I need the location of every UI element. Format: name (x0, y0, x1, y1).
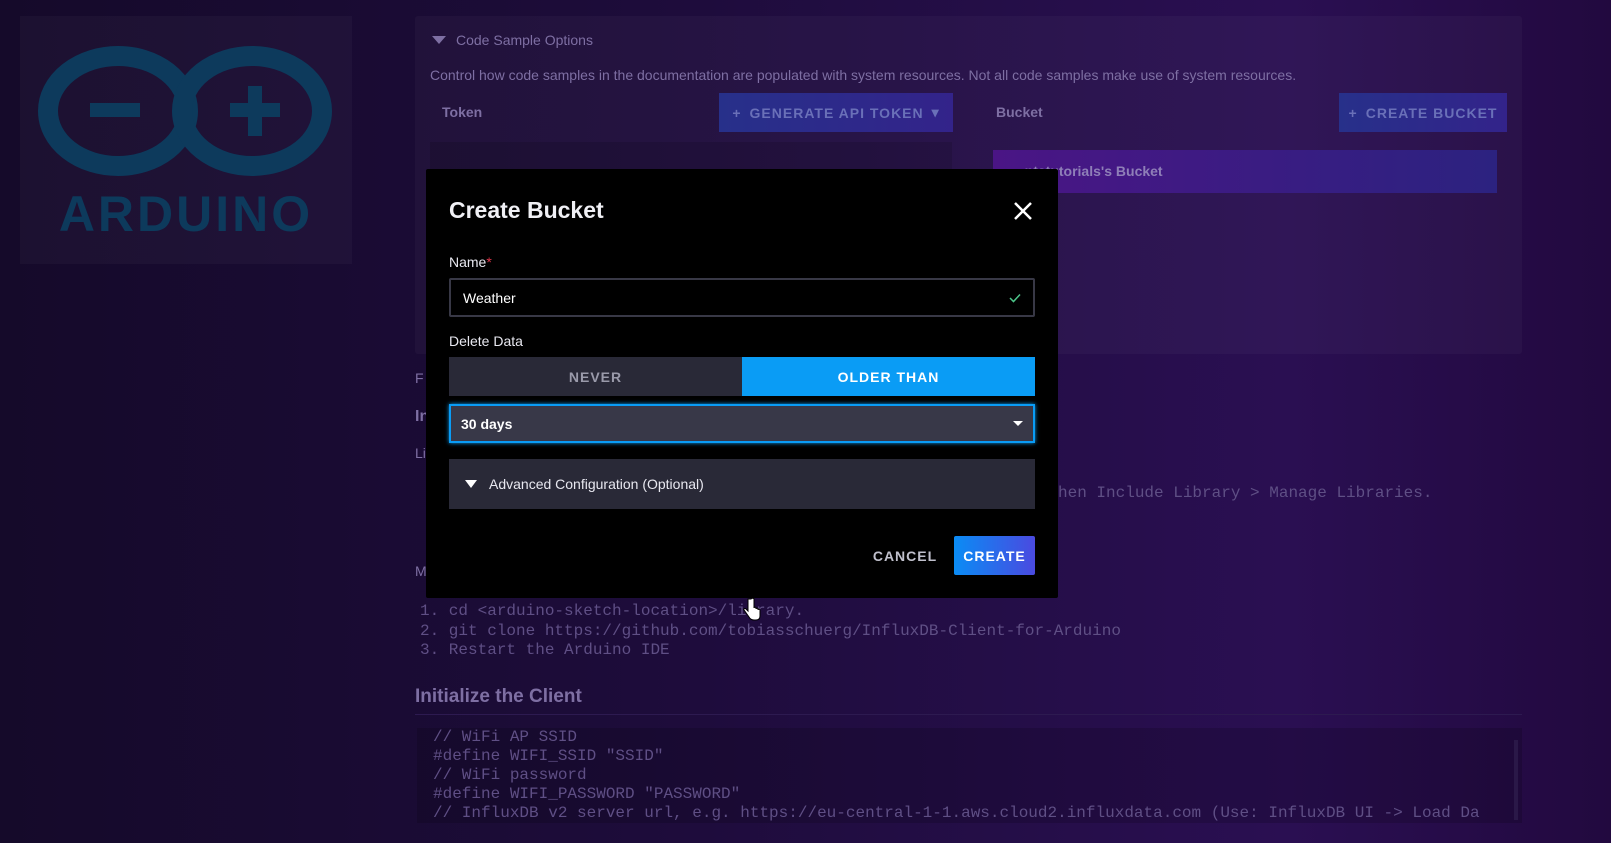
name-input[interactable]: Weather (449, 278, 1035, 317)
older-than-option[interactable]: OLDER THAN (742, 357, 1035, 396)
dialog-title: Create Bucket (449, 197, 604, 224)
code-line: // InfluxDB v2 server url, e.g. https://… (433, 804, 1522, 823)
library-instructions: hen Include Library > Manage Libraries. (1058, 484, 1432, 502)
divider (415, 714, 1522, 715)
create-bucket-dialog: Create Bucket Name* Weather Delete Data … (426, 169, 1058, 598)
button-label: GENERATE API TOKEN (750, 105, 924, 121)
delete-data-label: Delete Data (449, 333, 523, 349)
caret-down-icon (432, 36, 446, 44)
install-steps: 1. cd <arduino-sketch-location>/library.… (420, 602, 1121, 661)
install-step: 1. cd <arduino-sketch-location>/library. (420, 602, 1121, 622)
install-step: 3. Restart the Arduino IDE (420, 641, 1121, 661)
code-line: // WiFi AP SSID (433, 728, 1522, 747)
text-fragment: M (415, 563, 427, 579)
plus-icon: + (732, 105, 741, 121)
check-icon (1009, 293, 1021, 303)
advanced-label: Advanced Configuration (Optional) (489, 476, 704, 492)
section-title: Code Sample Options (456, 32, 593, 48)
button-label: CREATE BUCKET (1366, 105, 1498, 121)
arduino-infinity-icon: ARDUINO (20, 16, 352, 264)
caret-down-icon (1013, 421, 1023, 426)
name-value: Weather (463, 290, 516, 306)
code-scrollbar[interactable] (1514, 740, 1518, 820)
close-button[interactable] (1011, 199, 1035, 223)
name-label: Name* (449, 254, 492, 270)
retention-dropdown[interactable]: 30 days (449, 404, 1035, 443)
plus-icon: + (1349, 105, 1358, 121)
hand-cursor-icon (743, 598, 761, 622)
caret-down-icon: ▾ (932, 104, 940, 121)
svg-text:ARDUINO: ARDUINO (59, 186, 313, 242)
code-line: // WiFi password (433, 766, 1522, 785)
create-button[interactable]: CREATE (954, 536, 1035, 575)
token-label: Token (442, 104, 482, 120)
create-bucket-bg-button[interactable]: + CREATE BUCKET (1339, 93, 1507, 132)
code-line: #define WIFI_PASSWORD "PASSWORD" (433, 785, 1522, 804)
code-sample-options-toggle[interactable]: Code Sample Options (432, 32, 593, 48)
caret-down-icon (465, 480, 477, 488)
advanced-configuration-toggle[interactable]: Advanced Configuration (Optional) (449, 459, 1035, 509)
code-block: // WiFi AP SSID #define WIFI_SSID "SSID"… (417, 728, 1522, 823)
section-description: Control how code samples in the document… (430, 67, 1296, 83)
cancel-button[interactable]: CANCEL (866, 537, 944, 575)
arduino-logo: ARDUINO (20, 16, 352, 264)
init-client-title: Initialize the Client (415, 686, 582, 708)
text-fragment: Li (415, 445, 426, 461)
install-step: 2. git clone https://github.com/tobiassc… (420, 622, 1121, 642)
bucket-list-item[interactable]: ...ntstutorials's Bucket (993, 150, 1497, 193)
bucket-label: Bucket (996, 104, 1043, 120)
generate-api-token-button[interactable]: + GENERATE API TOKEN ▾ (719, 93, 953, 132)
never-option[interactable]: NEVER (449, 357, 742, 396)
code-line: #define WIFI_SSID "SSID" (433, 747, 1522, 766)
text-fragment: F (415, 370, 424, 386)
retention-value: 30 days (461, 416, 512, 432)
required-mark: * (486, 254, 491, 270)
delete-data-toggle: NEVER OLDER THAN (449, 357, 1035, 396)
close-icon (1011, 199, 1035, 223)
